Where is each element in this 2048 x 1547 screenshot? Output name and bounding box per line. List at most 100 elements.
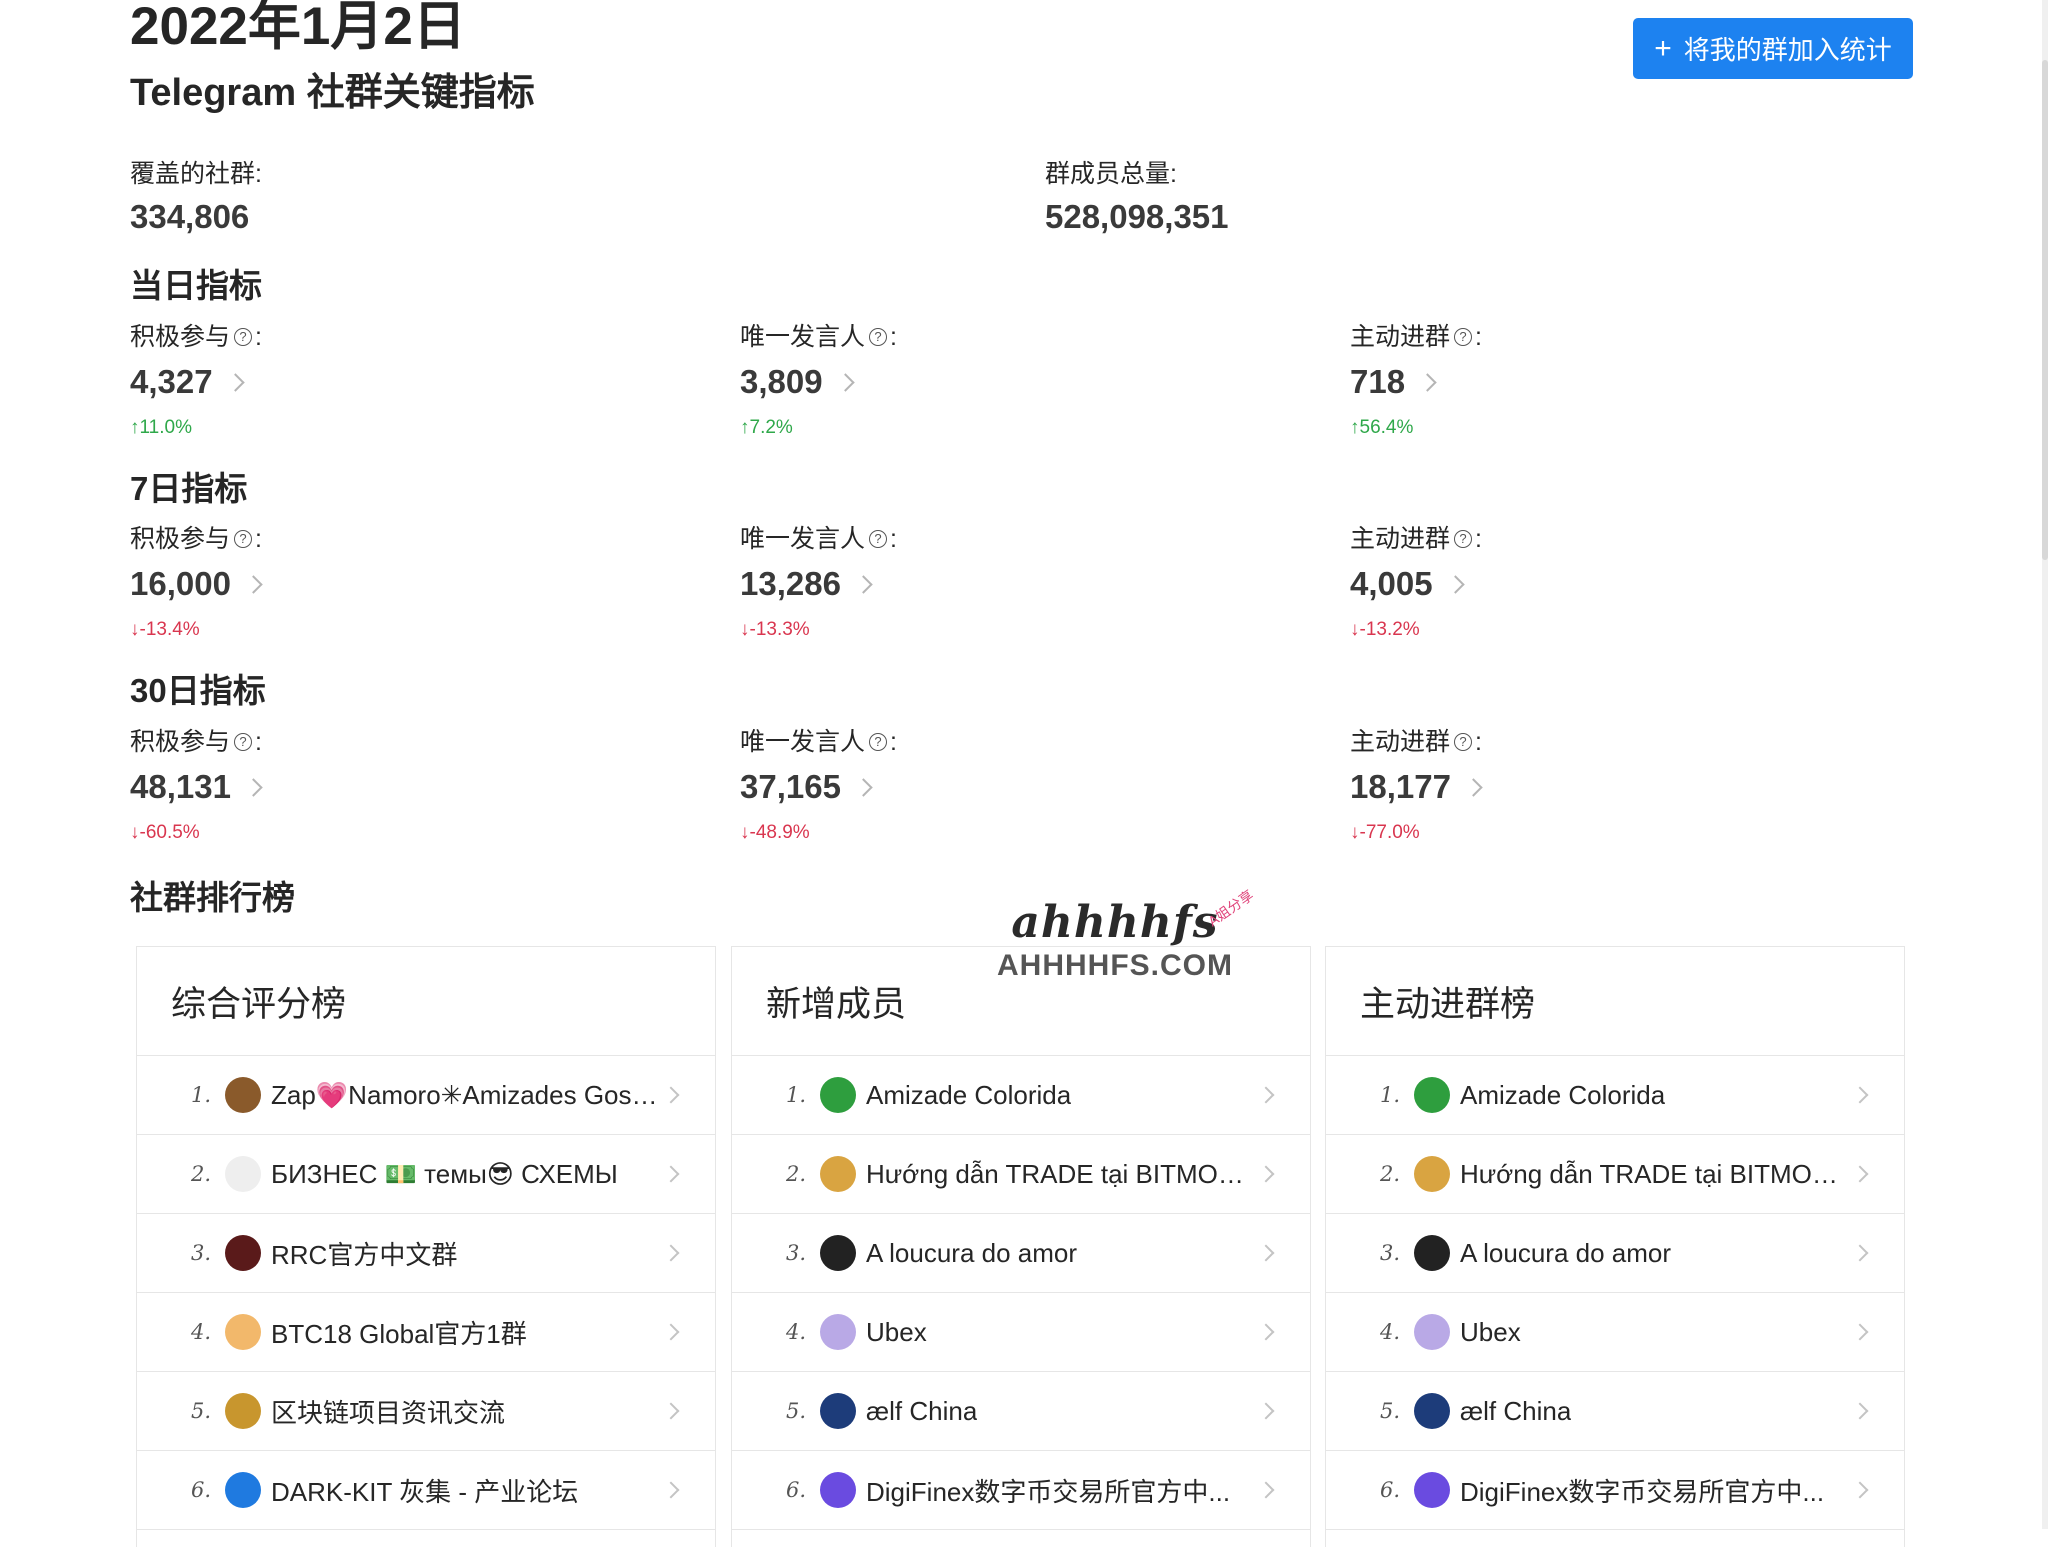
- metric-change: ↓-77.0%: [1350, 822, 1420, 843]
- section-title-30day: 30日指标: [130, 672, 266, 709]
- ranking-number: 6.: [1379, 1478, 1400, 1502]
- metric-value-link[interactable]: 16,000: [130, 562, 263, 606]
- ranking-number: 4.: [1379, 1320, 1400, 1344]
- metric-label: 主动进群?:: [1350, 725, 1482, 759]
- metric-change: ↓-13.3%: [740, 619, 810, 640]
- group-avatar: [1414, 1235, 1450, 1271]
- metric-label-colon: :: [1475, 728, 1482, 756]
- chevron-right-icon: [1257, 1323, 1275, 1341]
- help-icon[interactable]: ?: [234, 733, 253, 751]
- group-avatar: [1414, 1077, 1450, 1113]
- chevron-right-icon: [1851, 1165, 1869, 1183]
- metric-value-link[interactable]: 3,809: [740, 360, 855, 404]
- group-avatar: [820, 1472, 856, 1508]
- chevron-right-icon: [244, 574, 263, 594]
- ranking-row[interactable]: 2. БИЗНЕС 💵 темы😎 СХЕМЫ: [137, 1135, 715, 1214]
- ranking-number: 3.: [1379, 1241, 1400, 1265]
- ranking-number: 2.: [190, 1162, 211, 1186]
- metric-7day-unique-speakers: 唯一发言人?: 13,286 ↓-13.3%: [740, 522, 1300, 652]
- metric-value: 16,000: [130, 565, 231, 602]
- metric-value: 718: [1350, 363, 1406, 400]
- metric-value-link[interactable]: 4,005: [1350, 562, 1465, 606]
- ranking-row[interactable]: 5. ælf China: [1326, 1372, 1904, 1451]
- metric-30day-active-joins: 主动进群?: 18,177 ↓-77.0%: [1350, 725, 1910, 855]
- ranking-row[interactable]: 3. A loucura do amor: [732, 1214, 1310, 1293]
- metric-label-colon: :: [890, 525, 897, 553]
- chevron-right-icon: [854, 777, 873, 797]
- metric-label: 积极参与?:: [130, 320, 262, 354]
- ranking-row[interactable]: 3. A loucura do amor: [1326, 1214, 1904, 1293]
- ranking-row[interactable]: 4. BTC18 Global官方1群: [137, 1293, 715, 1372]
- ranking-row[interactable]: 2. Hướng dẫn TRADE tại BITMOO...: [732, 1135, 1310, 1214]
- group-name: BTC18 Global官方1群: [271, 1318, 527, 1349]
- ranking-board-new-members: 新增成员 1. Amizade Colorida 2. Hướng dẫn TRADE …: [731, 946, 1311, 1547]
- ranking-row[interactable]: 6. DigiFinex数字币交易所官方中...: [1326, 1451, 1904, 1530]
- metric-value-link[interactable]: 4,327: [130, 360, 245, 404]
- chevron-right-icon: [1851, 1244, 1869, 1262]
- group-avatar: [820, 1077, 856, 1113]
- metric-value: 13,286: [740, 565, 841, 602]
- ranking-board-active-joins: 主动进群榜 1. Amizade Colorida 2. Hướng dẫn TRADE…: [1325, 946, 1905, 1547]
- metric-change: ↑11.0%: [130, 417, 192, 438]
- page-subtitle: Telegram 社群关键指标: [130, 72, 535, 114]
- ranking-row[interactable]: 4. Ubex: [1326, 1293, 1904, 1372]
- group-avatar: [225, 1314, 261, 1350]
- group-name: Ubex: [866, 1316, 927, 1347]
- page-scrollbar-thumb[interactable]: [2042, 60, 2048, 560]
- ranking-row[interactable]: 4. Ubex: [732, 1293, 1310, 1372]
- ranking-row[interactable]: 3. RRC官方中文群: [137, 1214, 715, 1293]
- metric-30day-unique-speakers: 唯一发言人?: 37,165 ↓-48.9%: [740, 725, 1300, 855]
- ranking-row[interactable]: 1. Amizade Colorida: [1326, 1056, 1904, 1135]
- group-avatar: [820, 1393, 856, 1429]
- group-avatar: [820, 1314, 856, 1350]
- ranking-row[interactable]: 6. DARK-KIT 灰集 - 产业论坛: [137, 1451, 715, 1530]
- metric-label: 唯一发言人?:: [740, 725, 897, 759]
- chevron-right-icon: [662, 1244, 680, 1262]
- chevron-right-icon: [662, 1481, 680, 1499]
- chevron-right-icon: [835, 372, 855, 392]
- chevron-right-icon: [1257, 1086, 1275, 1104]
- ranking-row[interactable]: 5. 区块链项目资讯交流: [137, 1372, 715, 1451]
- section-title-7day: 7日指标: [130, 470, 248, 507]
- group-avatar: [225, 1077, 261, 1113]
- group-avatar: [225, 1235, 261, 1271]
- help-icon[interactable]: ?: [1454, 733, 1473, 751]
- add-my-group-button[interactable]: + 将我的群加入统计: [1633, 18, 1913, 79]
- chevron-right-icon: [1851, 1402, 1869, 1420]
- chevron-right-icon: [1418, 372, 1437, 392]
- metric-value-link[interactable]: 48,131: [130, 765, 263, 809]
- metric-value-link[interactable]: 37,165: [740, 765, 873, 809]
- group-avatar: [1414, 1314, 1450, 1350]
- group-name: Zap💗Namoro✳︎Amizades Gostou fi…: [271, 1079, 661, 1110]
- covered-groups-value: 334,806: [130, 198, 250, 235]
- metric-value-link[interactable]: 18,177: [1350, 765, 1483, 809]
- help-icon[interactable]: ?: [869, 733, 888, 751]
- help-icon[interactable]: ?: [869, 530, 888, 548]
- chevron-right-icon: [1851, 1323, 1869, 1341]
- metric-label: 主动进群?:: [1350, 320, 1482, 354]
- total-members-label: 群成员总量:: [1045, 160, 1177, 188]
- chevron-right-icon: [854, 574, 873, 594]
- ranking-row[interactable]: 1. Zap💗Namoro✳︎Amizades Gostou fi…: [137, 1056, 715, 1135]
- metric-label-colon: :: [255, 728, 262, 756]
- help-icon[interactable]: ?: [234, 530, 253, 548]
- ranking-row[interactable]: 6. DigiFinex数字币交易所官方中...: [732, 1451, 1310, 1530]
- help-icon[interactable]: ?: [1454, 530, 1473, 548]
- chevron-right-icon: [1445, 574, 1465, 594]
- help-icon[interactable]: ?: [234, 328, 253, 346]
- help-icon[interactable]: ?: [869, 328, 888, 346]
- ranking-number: 2.: [1379, 1162, 1400, 1186]
- metric-value-link[interactable]: 13,286: [740, 562, 873, 606]
- ranking-row[interactable]: 5. ælf China: [732, 1372, 1310, 1451]
- group-name: Hướng dẫn TRADE tại BITMOO...: [866, 1158, 1256, 1189]
- metric-7day-active-joins: 主动进群?: 4,005 ↓-13.2%: [1350, 522, 1910, 652]
- ranking-row[interactable]: 2. Hướng dẫn TRADE tại BITMOO...: [1326, 1135, 1904, 1214]
- ranking-row[interactable]: 1. Amizade Colorida: [732, 1056, 1310, 1135]
- help-icon[interactable]: ?: [1454, 328, 1473, 346]
- group-name: ælf China: [866, 1395, 978, 1426]
- page-date: 2022年1月2日: [130, 0, 466, 56]
- metric-label-text: 积极参与: [130, 323, 231, 351]
- chevron-right-icon: [1257, 1244, 1275, 1262]
- metric-value-link[interactable]: 718: [1350, 360, 1437, 404]
- metric-label-colon: :: [255, 323, 262, 351]
